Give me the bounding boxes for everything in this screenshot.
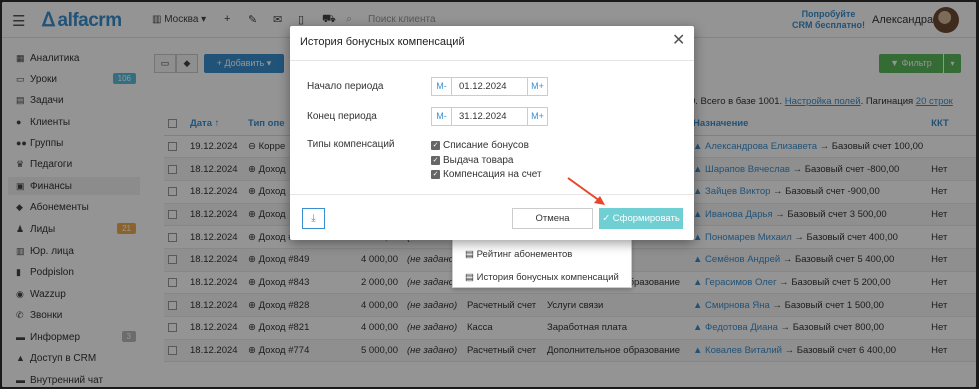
menu-item-rating[interactable]: ▤ Рейтинг абонементов xyxy=(465,249,572,260)
download-icon: ⤓ xyxy=(311,213,316,224)
checkbox-goods[interactable]: ✓ Выдача товара xyxy=(431,155,514,166)
checkbox-label: Компенсация на счет xyxy=(443,169,542,180)
end-date-input[interactable]: 31.12.2024 xyxy=(452,107,527,126)
reports-menu: ▤ Рейтинг абонементов ▤ История бонусных… xyxy=(452,238,632,288)
menu-item-label: История бонусных компенсаций xyxy=(476,272,619,283)
doc-icon: ▤ xyxy=(465,249,477,260)
start-plus-button[interactable]: M+ xyxy=(527,77,548,96)
annotation-arrow-icon xyxy=(567,177,605,205)
end-plus-button[interactable]: M+ xyxy=(527,107,548,126)
checkbox-checked-icon: ✓ xyxy=(431,156,440,165)
end-minus-button[interactable]: M- xyxy=(431,107,452,126)
doc-icon: ▤ xyxy=(465,272,477,283)
start-date-input[interactable]: 01.12.2024 xyxy=(452,77,527,96)
bonus-history-dialog: История бонусных компенсаций ✕ Начало пе… xyxy=(290,26,694,240)
menu-item-bonus-history[interactable]: ▤ История бонусных компенсаций xyxy=(465,272,619,283)
start-minus-button[interactable]: M- xyxy=(431,77,452,96)
app-window: ☰ ᐃ alfacrm ▥ Москва ▾ + ✎ ✉ ▯ ⛟ ⌕ Поиск … xyxy=(2,2,976,387)
checkbox-checked-icon: ✓ xyxy=(431,141,440,150)
compensation-types-label: Типы компенсаций xyxy=(307,139,395,150)
checkbox-checked-icon: ✓ xyxy=(431,170,440,179)
menu-item-label: Рейтинг абонементов xyxy=(476,249,573,260)
checkbox-write-off[interactable]: ✓ Списание бонусов xyxy=(431,140,529,151)
end-period-label: Конец периода xyxy=(307,111,377,122)
divider xyxy=(290,194,694,195)
checkbox-label: Выдача товара xyxy=(443,155,514,166)
dialog-title: История бонусных компенсаций xyxy=(300,36,465,48)
checkbox-label: Списание бонусов xyxy=(443,140,529,151)
start-period-label: Начало периода xyxy=(307,81,384,92)
close-icon[interactable]: ✕ xyxy=(672,33,685,49)
divider xyxy=(290,60,694,61)
download-button[interactable]: ⤓ xyxy=(302,208,325,229)
checkbox-account[interactable]: ✓ Компенсация на счет xyxy=(431,169,542,180)
